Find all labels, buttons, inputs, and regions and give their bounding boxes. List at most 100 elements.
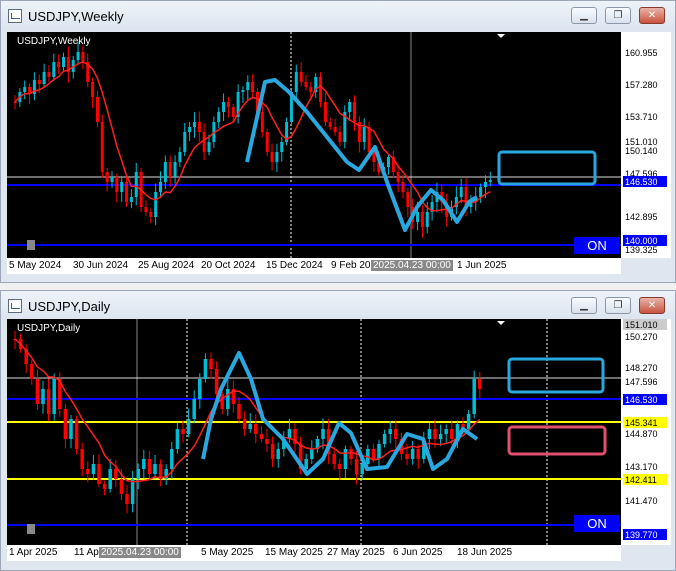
weekly-chart-area[interactable]: 160.955 157.280 153.710 151.010 150.140 147.5…: [7, 32, 671, 258]
weekly-candle-body: [241, 90, 245, 92]
weekly-candle-body: [459, 187, 463, 197]
daily-date-label: 15 May 2025: [265, 547, 323, 558]
weekly-candle-body: [483, 182, 487, 187]
weekly-titlebar[interactable]: USDJPY,Weekly ▁ ❐ ✕: [1, 1, 675, 31]
weekly-candle-body: [149, 212, 153, 217]
daily-candle-body: [270, 444, 275, 459]
daily-candle-body: [186, 419, 191, 434]
on-button[interactable]: ON: [574, 515, 620, 532]
weekly-candle-body: [323, 102, 327, 122]
daily-candle-body: [242, 419, 247, 429]
weekly-candle-body: [57, 62, 61, 67]
minimize-button[interactable]: ▁: [571, 297, 597, 314]
daily-price-label: 141.470: [625, 496, 658, 506]
weekly-candle-body: [52, 62, 56, 77]
weekly-candle-body: [275, 152, 279, 162]
daily-candle-body: [142, 459, 146, 469]
weekly-date-label: 5 May 2024: [9, 260, 62, 271]
weekly-candle-body: [231, 107, 235, 117]
daily-candle-body: [46, 389, 51, 414]
weekly-candle-body: [91, 82, 95, 97]
minimize-button[interactable]: ▁: [571, 7, 597, 24]
daily-candle-body: [416, 449, 420, 459]
weekly-candle-body: [488, 180, 492, 182]
daily-candle-body: [175, 429, 180, 449]
close-button[interactable]: ✕: [639, 297, 665, 314]
close-button[interactable]: ✕: [639, 7, 665, 24]
shift-marker-icon: [497, 321, 505, 325]
daily-chart-area[interactable]: 151.010 150.270 148.270 147.596 146.530 145.3…: [7, 319, 671, 545]
daily-price-label: 151.010: [625, 320, 658, 330]
annotation-target-box: [507, 357, 605, 394]
daily-candle-body: [248, 424, 252, 429]
daily-chart-canvas[interactable]: 151.010 150.270 148.270 147.596 146.530 145.3…: [7, 319, 671, 545]
weekly-candle-body: [188, 127, 192, 132]
weekly-chart-canvas[interactable]: 160.955157.280153.710151.010150.140147.5…: [7, 32, 671, 258]
daily-candle-body: [410, 449, 415, 459]
weekly-candle-body: [110, 177, 114, 182]
weekly-candle-body: [260, 112, 264, 132]
daily-candle-body: [349, 449, 353, 459]
daily-candle-body: [226, 389, 230, 409]
daily-window-title: USDJPY,Daily: [28, 299, 111, 314]
daily-candle-body: [377, 444, 381, 459]
weekly-candle-body: [416, 212, 420, 222]
daily-symbol-label: USDJPY,Daily: [17, 323, 81, 334]
weekly-candle-body: [129, 197, 133, 202]
weekly-candle-body: [100, 122, 104, 172]
daily-date-label: 1 Apr 2025: [9, 547, 58, 558]
daily-price-label: 142.411: [625, 475, 657, 485]
daily-candle-body: [63, 409, 68, 439]
weekly-symbol-label: USDJPY,Weekly: [17, 36, 91, 47]
weekly-date-label: 30 Jun 2024: [73, 260, 129, 271]
weekly-candle-body: [328, 122, 332, 127]
weekly-candle-body: [406, 192, 410, 207]
daily-candle-body: [220, 394, 224, 409]
daily-candle-body: [259, 434, 264, 439]
daily-candle-body: [97, 464, 101, 484]
weekly-candle-body: [280, 142, 284, 152]
daily-window: USDJPY,Daily ▁ ❐ ✕ 151.010 150.270 148.270…: [0, 290, 676, 571]
daily-price-label: 148.270: [625, 363, 658, 373]
daily-candle-body: [192, 399, 196, 419]
moving-average-line: [14, 338, 481, 483]
weekly-candle-body: [154, 192, 158, 217]
annotation-support-box: [507, 425, 607, 456]
daily-candle-body: [125, 494, 129, 504]
daily-price-label: 145.341: [625, 418, 658, 428]
daily-candle-body: [405, 454, 409, 459]
weekly-candle-body: [81, 52, 85, 62]
daily-candle-body: [153, 464, 157, 474]
weekly-candle-body: [202, 132, 206, 152]
daily-candle-body: [265, 439, 269, 444]
daily-candle-body: [80, 449, 84, 469]
daily-candle-body: [304, 459, 308, 469]
daily-candle-body: [130, 479, 135, 504]
daily-titlebar[interactable]: USDJPY,Daily ▁ ❐ ✕: [1, 291, 675, 321]
weekly-candle-body: [159, 182, 162, 192]
daily-price-label: 146.530: [625, 395, 658, 405]
daily-candle-body: [86, 469, 90, 474]
daily-candle-body: [147, 459, 152, 474]
weekly-candle-body: [270, 152, 274, 162]
daily-candle-body: [382, 434, 387, 444]
weekly-price-label: 153.710: [625, 112, 658, 122]
daily-date-label: 5 May 2025: [201, 547, 254, 558]
weekly-candle-body: [251, 82, 255, 92]
daily-candle-body: [203, 359, 208, 379]
weekly-candle-body: [386, 157, 390, 167]
daily-candle-body: [69, 419, 73, 439]
weekly-candle-body: [309, 87, 313, 92]
daily-price-label: 150.270: [625, 332, 658, 342]
weekly-date-label: 15 Dec 2024: [266, 260, 323, 271]
weekly-window-title: USDJPY,Weekly: [28, 9, 124, 24]
weekly-candle-body: [62, 57, 65, 67]
weekly-candle-body: [226, 102, 230, 107]
weekly-date-axis: 5 May 2024 30 Jun 2024 25 Aug 2024 20 Oct 2…: [7, 258, 621, 274]
restore-button[interactable]: ❐: [605, 297, 631, 314]
weekly-candle-body: [401, 182, 405, 192]
restore-button[interactable]: ❐: [605, 7, 631, 24]
on-button[interactable]: ON: [574, 237, 620, 254]
daily-candle-body: [343, 449, 348, 469]
daily-candle-body: [170, 449, 174, 469]
